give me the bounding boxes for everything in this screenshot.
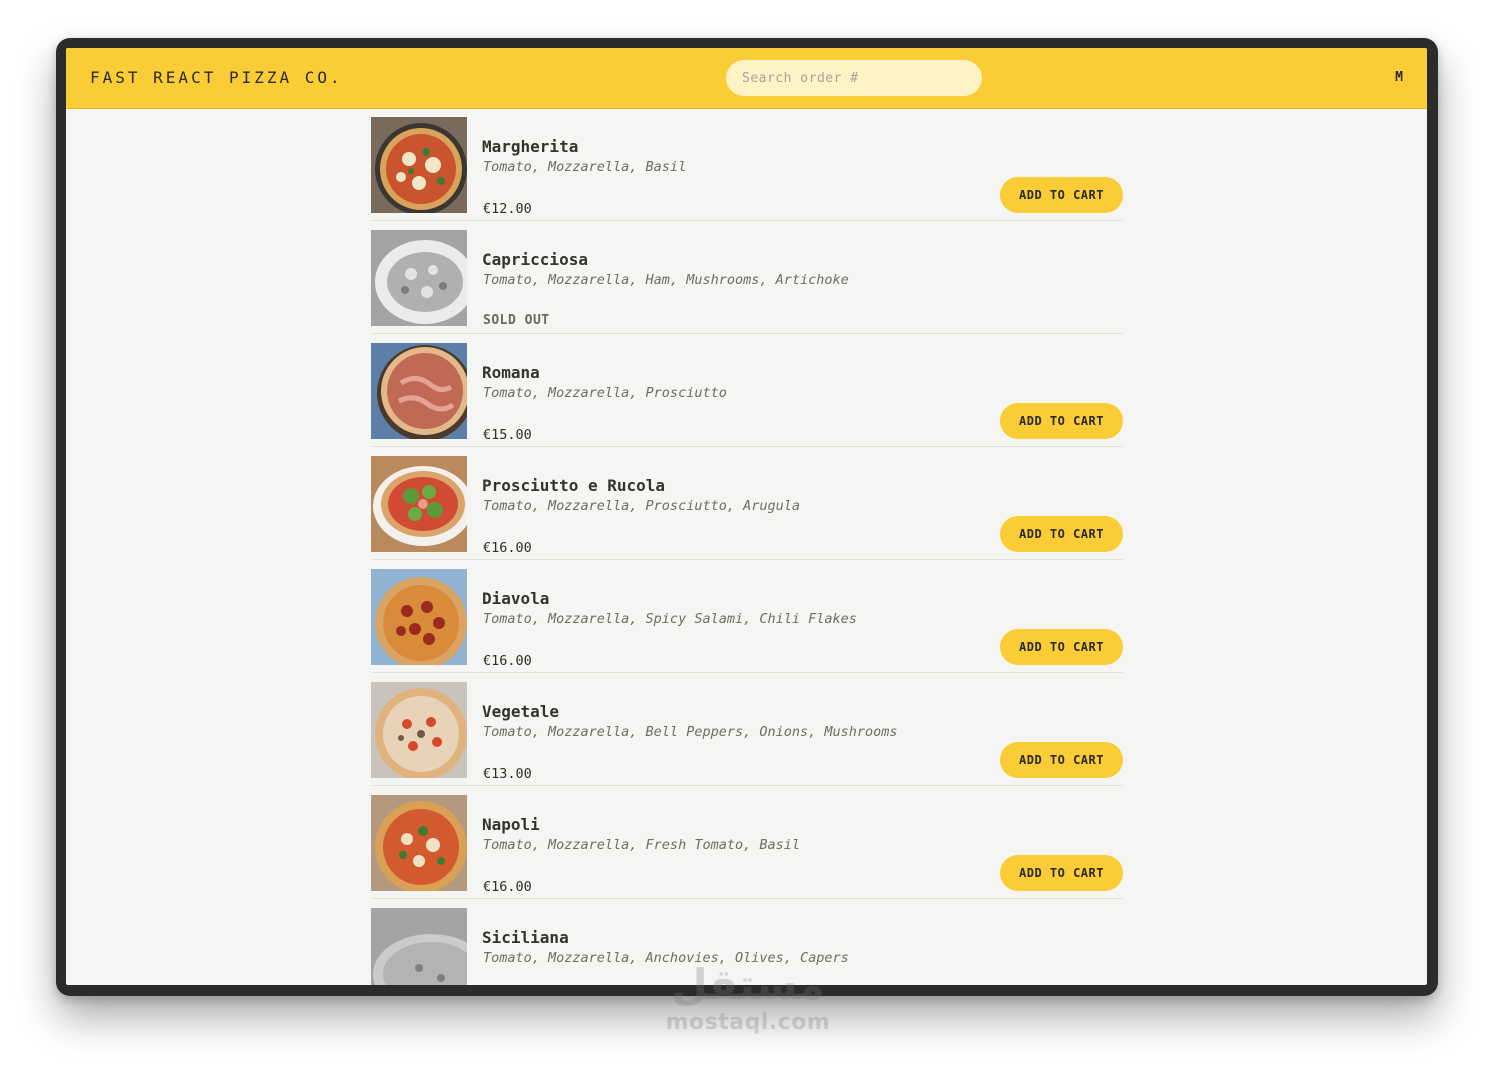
pizza-ingredients: Tomato, Mozzarella, Ham, Mushrooms, Arti… [483,271,849,288]
pizza-price: €16.00 [483,539,532,556]
menu-item: Vegetale Tomato, Mozzarella, Bell Pepper… [371,673,1123,786]
watermark-arabic: مستقل [671,960,825,1009]
menu-item: Romana Tomato, Mozzarella, Prosciutto €1… [371,334,1123,447]
pizza-price: €12.00 [483,200,532,217]
pizza-image [371,569,467,665]
pizza-ingredients: Tomato, Mozzarella, Prosciutto, Arugula [483,497,800,514]
add-to-cart-button[interactable]: ADD TO CART [1000,516,1123,552]
pizza-name: Vegetale [482,702,560,721]
pizza-name: Prosciutto e Rucola [482,476,666,495]
pizza-name: Siciliana [482,928,569,947]
pizza-name: Napoli [482,815,540,834]
pizza-ingredients: Tomato, Mozzarella, Spicy Salami, Chili … [483,610,857,627]
app-screen: FAST REACT PIZZA CO. M Margher [66,48,1427,985]
username: M [1395,70,1403,85]
brand-logo-link[interactable]: FAST REACT PIZZA CO. [90,68,343,87]
watermark-latin: mostaql.com [665,1010,831,1035]
pizza-image [371,456,467,552]
pizza-image [371,795,467,891]
pizza-image [371,230,467,326]
add-to-cart-button[interactable]: ADD TO CART [1000,855,1123,891]
pizza-image [371,908,467,985]
pizza-ingredients: Tomato, Mozzarella, Fresh Tomato, Basil [483,836,800,853]
add-to-cart-button[interactable]: ADD TO CART [1000,177,1123,213]
pizza-ingredients: Tomato, Mozzarella, Bell Peppers, Onions… [483,723,898,740]
pizza-name: Margherita [482,137,579,156]
pizza-ingredients: Tomato, Mozzarella, Prosciutto [483,384,727,401]
pizza-image [371,682,467,778]
pizza-image [371,117,467,213]
pizza-price: €15.00 [483,426,532,443]
pizza-name: Diavola [482,589,550,608]
menu-item: Prosciutto e Rucola Tomato, Mozzarella, … [371,447,1123,560]
pizza-menu-list: Margherita Tomato, Mozzarella, Basil €12… [371,108,1123,985]
add-to-cart-button[interactable]: ADD TO CART [1000,403,1123,439]
sold-out-label: SOLD OUT [483,313,550,328]
pizza-name: Romana [482,363,540,382]
mostaql-watermark: مستقل mostaql.com [656,960,840,1050]
menu-item: Diavola Tomato, Mozzarella, Spicy Salami… [371,560,1123,673]
menu-item: Napoli Tomato, Mozzarella, Fresh Tomato,… [371,786,1123,899]
add-to-cart-button[interactable]: ADD TO CART [1000,742,1123,778]
pizza-price: €16.00 [483,878,532,895]
device-frame: FAST REACT PIZZA CO. M Margher [56,38,1438,996]
app-header: FAST REACT PIZZA CO. M [66,48,1427,109]
add-to-cart-button[interactable]: ADD TO CART [1000,629,1123,665]
pizza-price: €16.00 [483,652,532,669]
search-order-input[interactable] [726,60,982,96]
pizza-name: Capricciosa [482,250,588,269]
pizza-ingredients: Tomato, Mozzarella, Basil [483,158,687,175]
menu-item: Capricciosa Tomato, Mozzarella, Ham, Mus… [371,221,1123,334]
pizza-price: €13.00 [483,765,532,782]
pizza-image [371,343,467,439]
menu-item: Margherita Tomato, Mozzarella, Basil €12… [371,108,1123,221]
